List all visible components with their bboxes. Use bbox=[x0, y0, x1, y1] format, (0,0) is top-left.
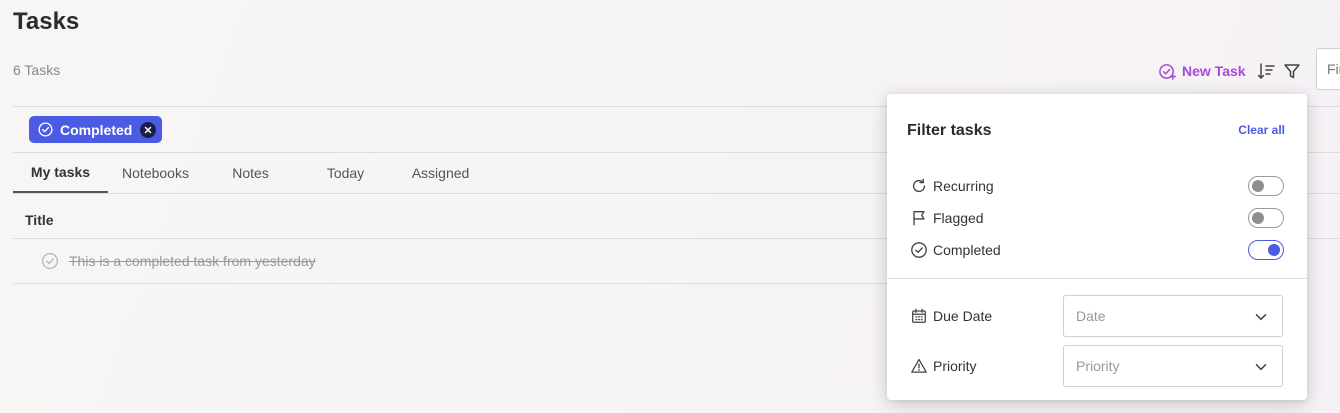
toggle-knob bbox=[1268, 244, 1280, 256]
new-task-icon bbox=[1159, 63, 1177, 80]
sort-button[interactable] bbox=[1254, 59, 1278, 83]
due-date-placeholder: Date bbox=[1076, 308, 1106, 324]
task-count: 6 Tasks bbox=[13, 62, 61, 78]
page-title: Tasks bbox=[13, 8, 80, 35]
sort-icon bbox=[1257, 63, 1275, 79]
task-title[interactable]: This is a completed task from yesterday bbox=[69, 253, 316, 269]
check-circle-icon bbox=[909, 240, 929, 260]
close-icon bbox=[145, 126, 152, 133]
new-task-button[interactable]: New Task bbox=[1158, 62, 1246, 81]
tab-my-tasks[interactable]: My tasks bbox=[13, 153, 108, 193]
toggle-knob bbox=[1252, 212, 1264, 224]
filter-recurring-label: Recurring bbox=[933, 178, 994, 194]
chip-label: Completed bbox=[60, 121, 133, 138]
chevron-down-icon bbox=[1255, 314, 1267, 321]
tasks-page: Tasks 6 Tasks New Task Find Completed My… bbox=[0, 0, 1340, 413]
find-input[interactable] bbox=[1316, 48, 1340, 90]
filter-button[interactable] bbox=[1280, 59, 1304, 83]
chip-close-button[interactable] bbox=[140, 121, 157, 138]
toggle-knob bbox=[1252, 180, 1264, 192]
table-row[interactable]: This is a completed task from yesterday bbox=[13, 239, 1013, 283]
filter-priority-label: Priority bbox=[933, 358, 977, 374]
priority-select[interactable]: Priority bbox=[1063, 345, 1283, 387]
active-filter-chip[interactable]: Completed bbox=[29, 116, 163, 143]
filter-due-date-label: Due Date bbox=[933, 308, 993, 324]
check-circle-icon bbox=[38, 122, 53, 137]
chevron-down-icon bbox=[1255, 364, 1267, 371]
toolbar: New Task bbox=[1158, 58, 1304, 84]
tab-assigned[interactable]: Assigned bbox=[393, 153, 488, 193]
filter-recurring-row: Recurring bbox=[909, 174, 1284, 198]
clear-all-button[interactable]: Clear all bbox=[1238, 123, 1285, 137]
column-header-title[interactable]: Title bbox=[25, 212, 54, 228]
flagged-toggle[interactable] bbox=[1248, 208, 1284, 228]
filter-panel: Filter tasks Clear all Recurring Flagged bbox=[887, 94, 1307, 400]
completed-toggle[interactable] bbox=[1248, 240, 1284, 260]
new-task-label: New Task bbox=[1182, 63, 1246, 79]
filter-completed-label: Completed bbox=[933, 242, 1001, 258]
calendar-icon bbox=[909, 306, 929, 326]
flag-icon bbox=[909, 208, 929, 228]
priority-placeholder: Priority bbox=[1076, 358, 1120, 374]
tab-notebooks[interactable]: Notebooks bbox=[108, 153, 203, 193]
tab-today[interactable]: Today bbox=[298, 153, 393, 193]
filter-completed-row: Completed bbox=[909, 238, 1284, 262]
tab-notes[interactable]: Notes bbox=[203, 153, 298, 193]
recurring-toggle[interactable] bbox=[1248, 176, 1284, 196]
due-date-select[interactable]: Date bbox=[1063, 295, 1283, 337]
filter-flagged-label: Flagged bbox=[933, 210, 984, 226]
warning-icon bbox=[909, 356, 929, 376]
repeat-icon bbox=[909, 176, 929, 196]
task-complete-checkbox[interactable] bbox=[41, 252, 59, 270]
tab-bar: My tasks Notebooks Notes Today Assigned bbox=[13, 153, 488, 193]
filter-flagged-row: Flagged bbox=[909, 206, 1284, 230]
divider bbox=[13, 283, 1013, 284]
divider bbox=[887, 278, 1307, 279]
filter-icon bbox=[1283, 64, 1300, 79]
filter-panel-title: Filter tasks bbox=[907, 122, 992, 139]
